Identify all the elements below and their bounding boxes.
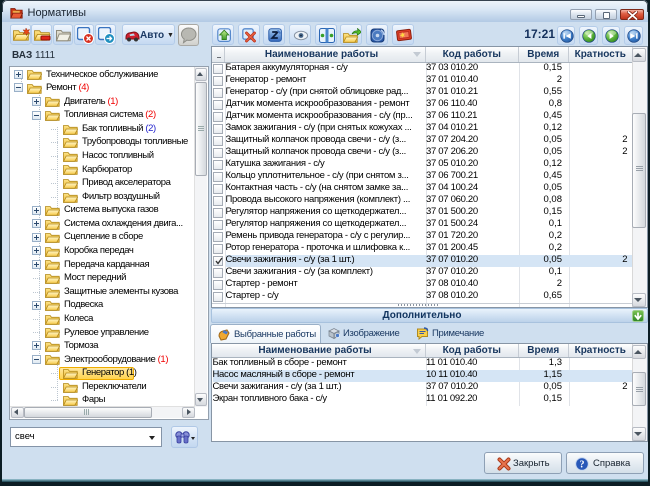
svg-text:?: ? xyxy=(580,460,585,471)
